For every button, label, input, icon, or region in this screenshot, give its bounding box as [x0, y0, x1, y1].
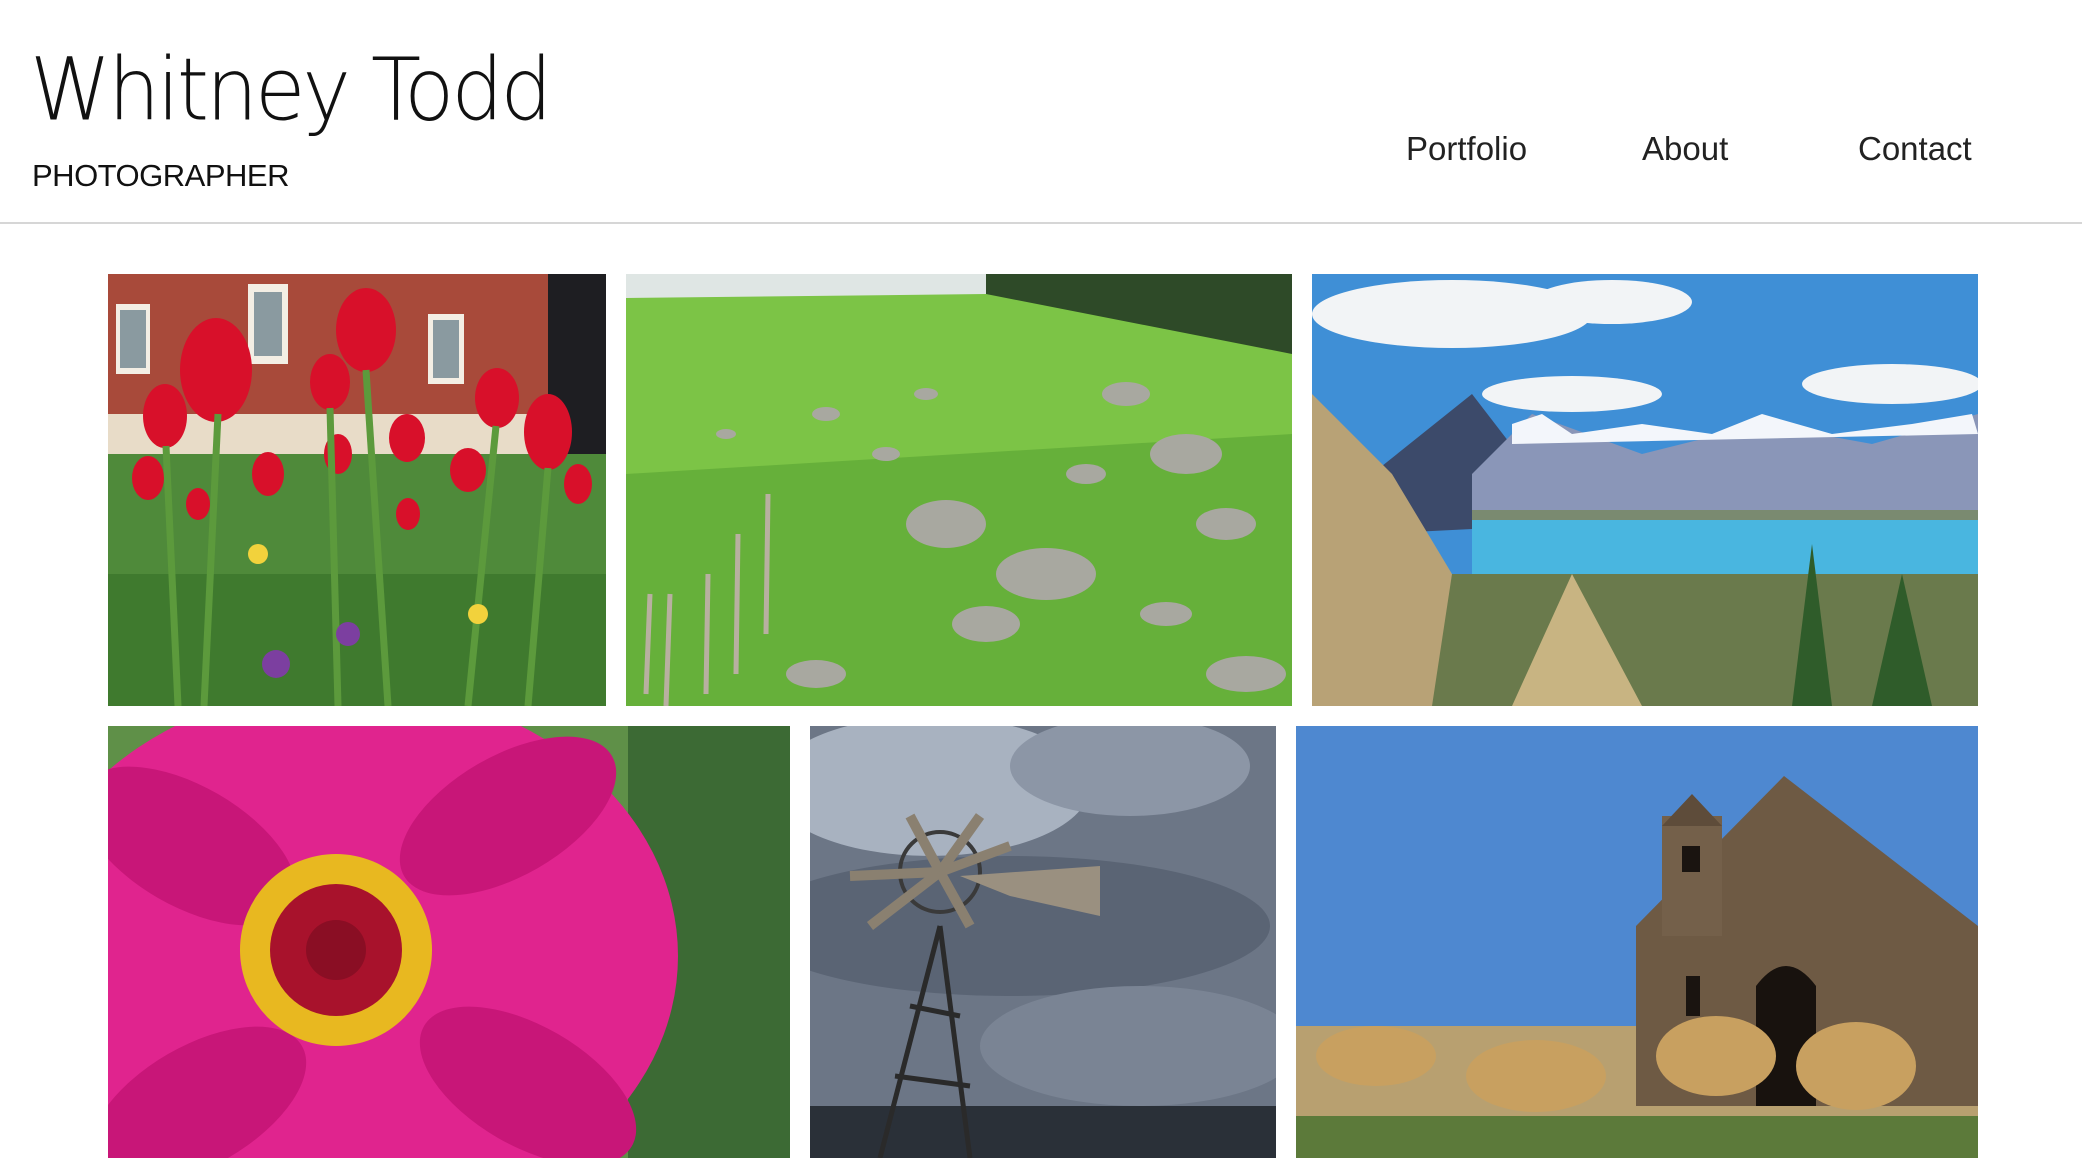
hillside-image: [626, 274, 1292, 706]
gallery-photo-mountain-lake[interactable]: [1312, 274, 1978, 706]
windmill-image: [810, 726, 1276, 1158]
nav-portfolio-link[interactable]: Portfolio: [1406, 130, 1527, 168]
site-header: Whitney Todd PHOTOGRAPHER Portfolio Abou…: [0, 0, 2082, 224]
logo-tagline: PHOTOGRAPHER: [32, 158, 289, 193]
mountain-lake-image: [1312, 274, 1978, 706]
tulips-image: [108, 274, 606, 706]
site-logo[interactable]: Whitney Todd PHOTOGRAPHER: [30, 47, 552, 193]
nav-contact-link[interactable]: Contact: [1858, 130, 1972, 168]
zinnia-image: [108, 726, 790, 1158]
gallery-photo-zinnia[interactable]: [108, 726, 790, 1158]
gallery-photo-hillside[interactable]: [626, 274, 1292, 706]
chapel-image: [1296, 726, 1978, 1158]
gallery-photo-windmill[interactable]: [810, 726, 1276, 1158]
logo-name: Whitney Todd: [30, 40, 552, 141]
nav-about-link[interactable]: About: [1642, 130, 1728, 168]
gallery-photo-chapel[interactable]: [1296, 726, 1978, 1158]
gallery-photo-tulips[interactable]: [108, 274, 606, 706]
